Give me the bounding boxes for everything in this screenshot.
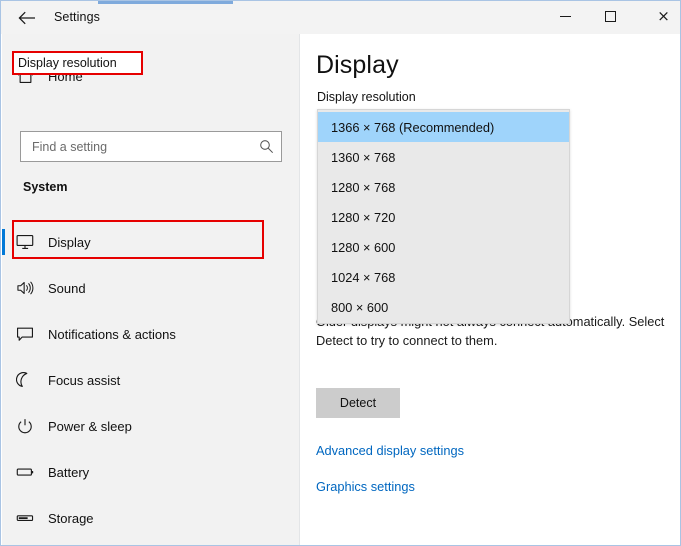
search-icon bbox=[251, 139, 281, 154]
sidebar-item-display-label: Display bbox=[48, 234, 91, 250]
battery-icon bbox=[2, 464, 48, 480]
app-title: Settings bbox=[54, 10, 100, 24]
dropdown-option[interactable]: 1360 × 768 bbox=[318, 142, 569, 172]
search-input[interactable] bbox=[21, 139, 251, 154]
title-bar: Settings × bbox=[1, 1, 680, 34]
sidebar-item-power-sleep[interactable]: Power & sleep bbox=[2, 403, 300, 449]
titlebar-accent-bar bbox=[98, 1, 233, 4]
sidebar-item-notifications[interactable]: Notifications & actions bbox=[2, 311, 300, 357]
dropdown-option[interactable]: 800 × 600 bbox=[318, 292, 569, 322]
moon-icon bbox=[2, 372, 48, 388]
maximize-button[interactable] bbox=[588, 1, 633, 32]
dropdown-option[interactable]: 1280 × 600 bbox=[318, 232, 569, 262]
maximize-icon bbox=[605, 11, 616, 22]
detect-button[interactable]: Detect bbox=[316, 388, 400, 418]
sidebar-item-sound-label: Sound bbox=[48, 280, 86, 296]
back-arrow-icon bbox=[18, 11, 35, 25]
page-title: Display bbox=[316, 51, 399, 79]
back-button[interactable] bbox=[9, 4, 45, 32]
close-button[interactable]: × bbox=[641, 1, 680, 32]
speaker-icon bbox=[2, 280, 48, 296]
dropdown-option[interactable]: 1366 × 768 (Recommended) bbox=[318, 112, 569, 142]
sidebar-item-focus-assist[interactable]: Focus assist bbox=[2, 357, 300, 403]
resolution-dropdown-list[interactable]: 1366 × 768 (Recommended) 1360 × 768 1280… bbox=[317, 109, 570, 324]
sidebar-item-display[interactable]: Display bbox=[2, 219, 300, 265]
settings-window: Settings × Home Find a setting System Di… bbox=[0, 0, 681, 546]
annotation-label-text: Display resolution bbox=[18, 56, 117, 70]
sidebar-item-battery-label: Battery bbox=[48, 464, 90, 480]
sidebar-item-power-sleep-label: Power & sleep bbox=[48, 418, 132, 434]
sidebar-item-notifications-label: Notifications & actions bbox=[48, 326, 176, 342]
display-resolution-label: Display resolution bbox=[317, 90, 416, 104]
dropdown-option[interactable]: 1024 × 768 bbox=[318, 262, 569, 292]
storage-icon bbox=[2, 510, 48, 526]
monitor-icon bbox=[2, 234, 48, 250]
advanced-display-settings-link[interactable]: Advanced display settings bbox=[316, 443, 464, 458]
sidebar: Home System Display bbox=[2, 34, 300, 545]
dropdown-option[interactable]: 1280 × 768 bbox=[318, 172, 569, 202]
power-icon bbox=[2, 418, 48, 434]
minimize-button[interactable] bbox=[543, 1, 588, 32]
sidebar-item-focus-assist-label: Focus assist bbox=[48, 372, 121, 388]
sidebar-item-storage[interactable]: Storage bbox=[2, 495, 300, 541]
sidebar-nav-list: Display Sound Notifications & actions Fo… bbox=[2, 219, 300, 545]
sidebar-item-sound[interactable]: Sound bbox=[2, 265, 300, 311]
chat-bubble-icon bbox=[2, 326, 48, 342]
annotation-box-display-resolution: Display resolution bbox=[12, 51, 143, 75]
sidebar-section-label: System bbox=[23, 180, 68, 194]
minimize-icon bbox=[560, 15, 571, 18]
close-icon: × bbox=[657, 7, 670, 25]
sidebar-item-battery[interactable]: Battery bbox=[2, 449, 300, 495]
dropdown-option[interactable]: 1280 × 720 bbox=[318, 202, 569, 232]
search-box[interactable] bbox=[20, 131, 282, 162]
sidebar-item-storage-label: Storage bbox=[48, 510, 94, 526]
sidebar-item-tablet[interactable]: Tablet bbox=[2, 541, 300, 545]
graphics-settings-link[interactable]: Graphics settings bbox=[316, 479, 415, 494]
